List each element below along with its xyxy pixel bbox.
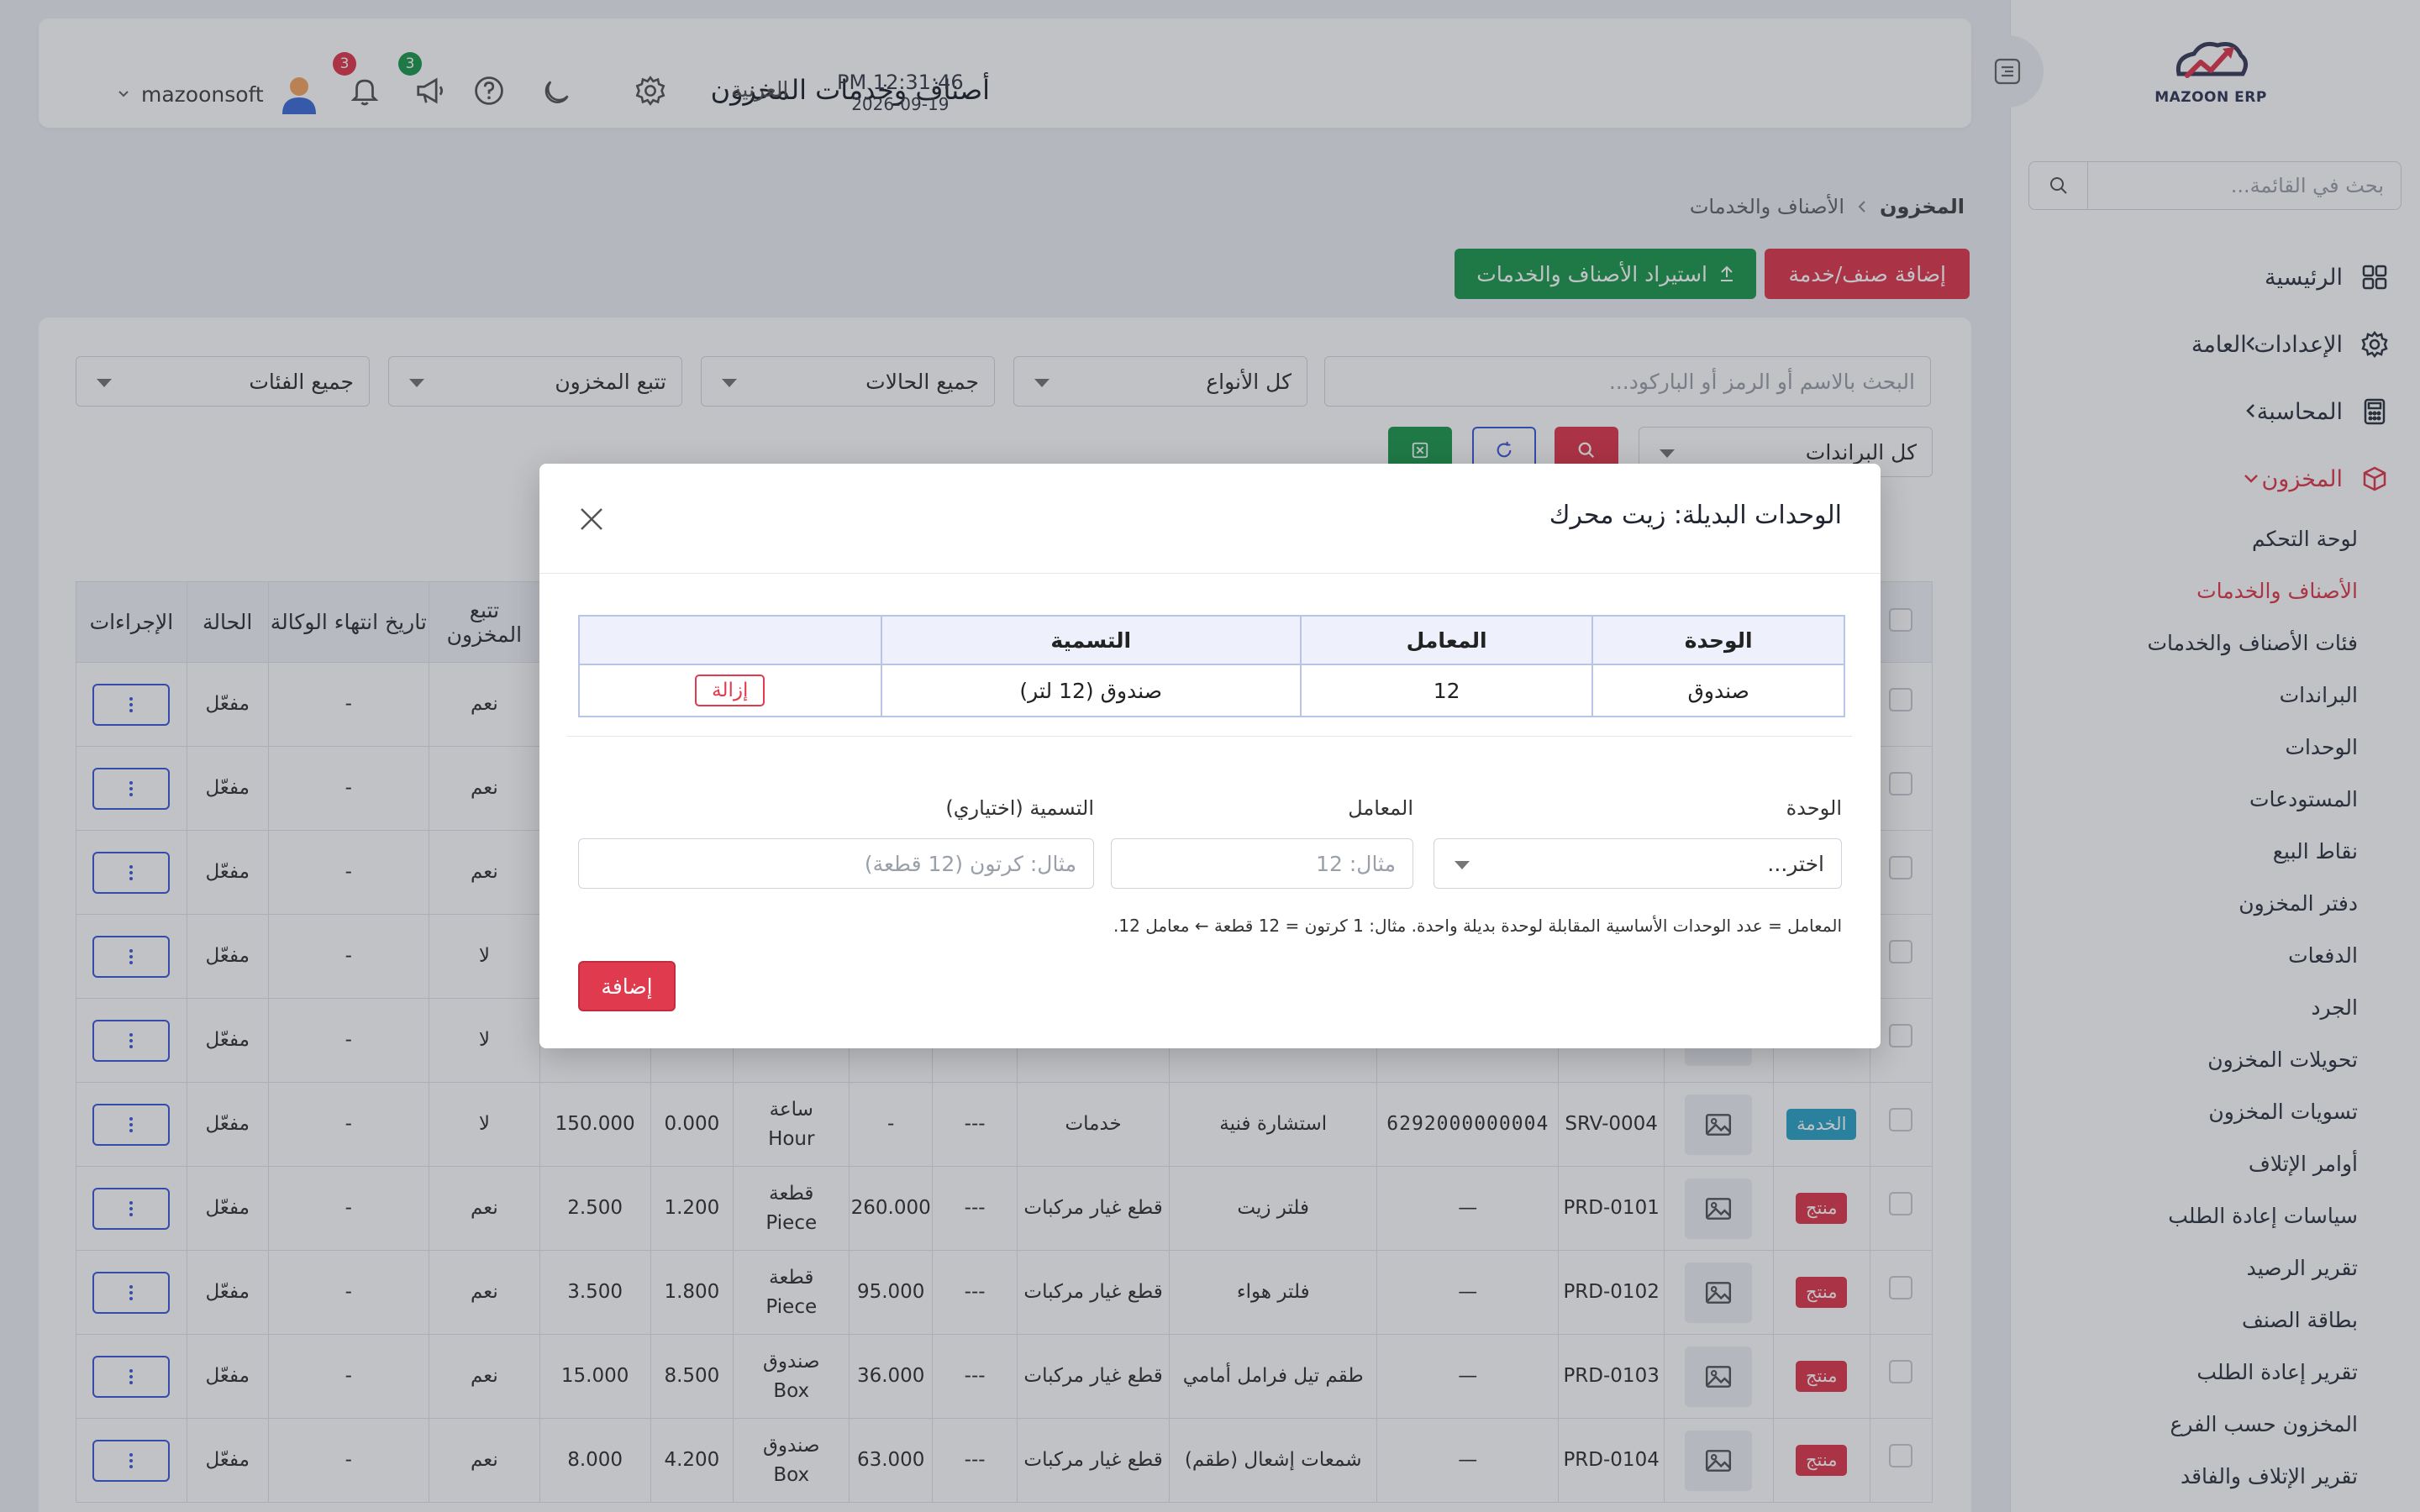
close-button[interactable] xyxy=(573,501,610,538)
alternate-units-table: الوحدة المعامل التسمية صندوق 12 صندوق (1… xyxy=(578,615,1845,717)
factor-input[interactable]: مثال: 12 xyxy=(1111,838,1413,889)
col-remove xyxy=(578,615,882,665)
factor-label: المعامل xyxy=(1348,796,1413,820)
label-cell: صندوق (12 لتر) xyxy=(880,664,1302,717)
unit-select-value: اختر... xyxy=(1767,851,1824,876)
unit-select[interactable]: اختر... xyxy=(1434,838,1842,889)
modal-title: الوحدات البديلة: زيت محرك xyxy=(1549,501,1842,530)
unit-label: الوحدة xyxy=(1786,796,1842,820)
close-icon xyxy=(581,508,602,530)
col-label: التسمية xyxy=(880,615,1302,665)
factor-cell: 12 xyxy=(1299,664,1594,717)
col-factor: المعامل xyxy=(1299,615,1594,665)
unit-cell: صندوق xyxy=(1591,664,1845,717)
add-unit-button[interactable]: إضافة xyxy=(578,961,676,1011)
divider xyxy=(566,736,1852,737)
col-unit: الوحدة xyxy=(1591,615,1845,665)
table-header-row: الوحدة المعامل التسمية xyxy=(578,615,1845,665)
divider xyxy=(539,573,1881,574)
alternate-units-modal: الوحدات البديلة: زيت محرك الوحدة المعامل… xyxy=(539,464,1881,1048)
caret-down-icon xyxy=(1455,861,1470,869)
remove-cell: إزالة xyxy=(578,664,882,717)
table-row: صندوق 12 صندوق (12 لتر) إزالة xyxy=(578,664,1845,717)
remove-unit-button[interactable]: إزالة xyxy=(695,675,765,706)
factor-hint: المعامل = عدد الوحدات الأساسية المقابلة … xyxy=(1113,916,1842,936)
name-input[interactable]: مثال: كرتون (12 قطعة) xyxy=(578,838,1094,889)
name-label: التسمية (اختياري) xyxy=(945,796,1094,820)
